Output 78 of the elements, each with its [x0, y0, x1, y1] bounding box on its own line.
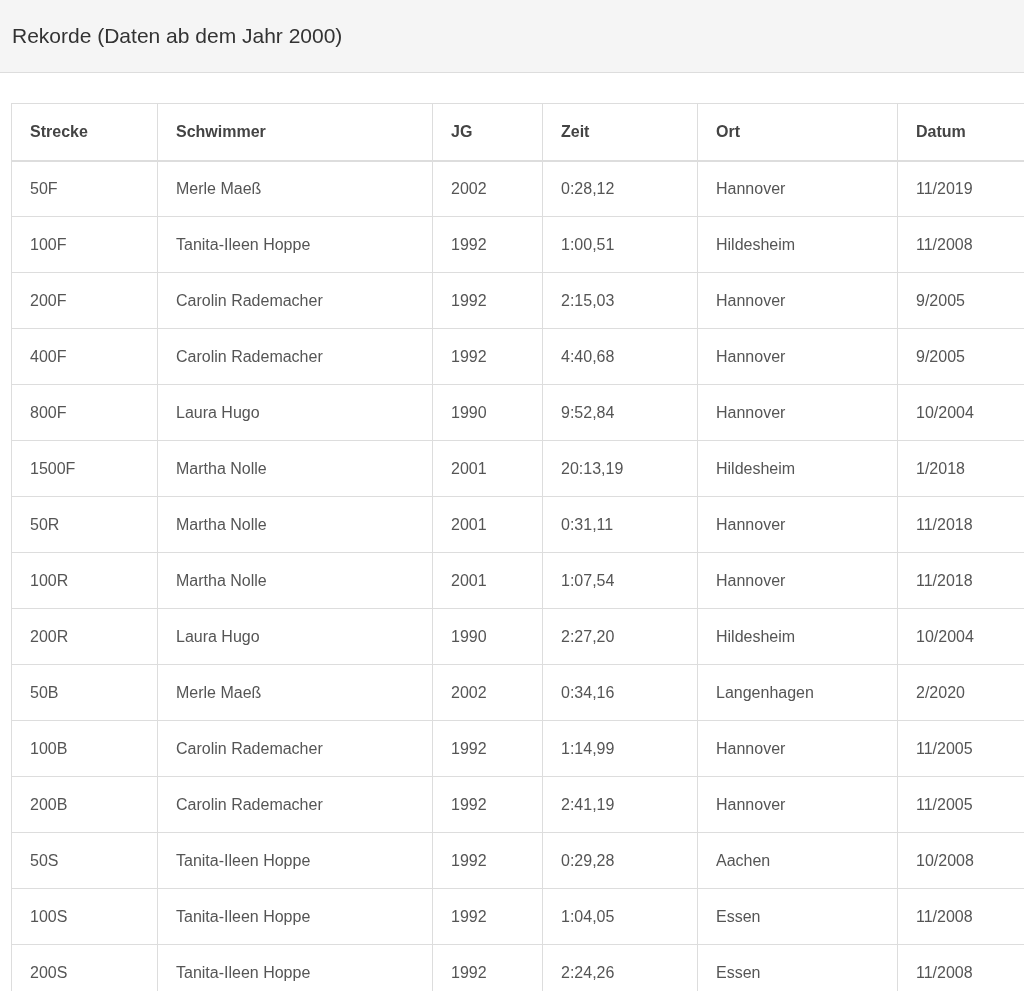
table-cell: Aachen	[697, 832, 898, 889]
table-cell: 2:27,20	[542, 608, 698, 665]
table-cell: 0:29,28	[542, 832, 698, 889]
table-cell: 50F	[11, 160, 158, 217]
table-cell: 200F	[11, 272, 158, 329]
table-cell: Carolin Rademacher	[157, 776, 433, 833]
column-header: Schwimmer	[157, 103, 433, 161]
table-cell: 2001	[432, 496, 543, 553]
table-cell: Hildesheim	[697, 608, 898, 665]
table-cell: 1500F	[11, 440, 158, 497]
table-cell: Carolin Rademacher	[157, 720, 433, 777]
table-cell: 1992	[432, 888, 543, 945]
table-cell: Carolin Rademacher	[157, 328, 433, 385]
table-cell: 100F	[11, 216, 158, 273]
table-cell: 100B	[11, 720, 158, 777]
table-cell: Tanita-Ileen Hoppe	[157, 832, 433, 889]
table-cell: Laura Hugo	[157, 384, 433, 441]
table-cell: 2001	[432, 552, 543, 609]
table-cell: Essen	[697, 888, 898, 945]
table-cell: 9:52,84	[542, 384, 698, 441]
table-cell: 1:14,99	[542, 720, 698, 777]
table-cell: Martha Nolle	[157, 552, 433, 609]
table-cell: 1992	[432, 328, 543, 385]
column-header: Zeit	[542, 103, 698, 161]
table-cell: 200B	[11, 776, 158, 833]
table-cell: 1992	[432, 216, 543, 273]
table-cell: 1:04,05	[542, 888, 698, 945]
table-cell: 50S	[11, 832, 158, 889]
table-cell: 1:00,51	[542, 216, 698, 273]
table-cell: Langenhagen	[697, 664, 898, 721]
table-cell: 1992	[432, 776, 543, 833]
table-cell: 200S	[11, 944, 158, 991]
table-cell: 800F	[11, 384, 158, 441]
column-header: Ort	[697, 103, 898, 161]
table-cell: 20:13,19	[542, 440, 698, 497]
table-cell: 1990	[432, 384, 543, 441]
column-header: Datum	[897, 103, 1024, 161]
table-cell: 50B	[11, 664, 158, 721]
page-title: Rekorde (Daten ab dem Jahr 2000)	[12, 23, 343, 50]
table-cell: 1:07,54	[542, 552, 698, 609]
table-cell: 1992	[432, 720, 543, 777]
table-cell: 1992	[432, 272, 543, 329]
table-cell: 1992	[432, 832, 543, 889]
table-cell: 50R	[11, 496, 158, 553]
table-cell: Hildesheim	[697, 216, 898, 273]
table-cell: Martha Nolle	[157, 496, 433, 553]
table-cell: Hannover	[697, 720, 898, 777]
table-cell: Hannover	[697, 160, 898, 217]
table-cell: 100R	[11, 552, 158, 609]
table-cell: Hannover	[697, 328, 898, 385]
table-cell: Hannover	[697, 552, 898, 609]
table-cell: Hannover	[697, 272, 898, 329]
table-cell: 2001	[432, 440, 543, 497]
table-cell: 2:41,19	[542, 776, 698, 833]
table-cell: Hildesheim	[697, 440, 898, 497]
table-cell: 4:40,68	[542, 328, 698, 385]
table-cell: Hannover	[697, 776, 898, 833]
table-cell: Martha Nolle	[157, 440, 433, 497]
table-cell: 2002	[432, 160, 543, 217]
table-cell: 2:15,03	[542, 272, 698, 329]
table-cell: 2002	[432, 664, 543, 721]
table-cell: Hannover	[697, 496, 898, 553]
table-cell: 0:28,12	[542, 160, 698, 217]
table-cell: Tanita-Ileen Hoppe	[157, 216, 433, 273]
column-header: JG	[432, 103, 543, 161]
table-cell: 0:31,11	[542, 496, 698, 553]
table-cell: Merle Maeß	[157, 664, 433, 721]
column-header: Strecke	[11, 103, 158, 161]
table-cell: 200R	[11, 608, 158, 665]
table-cell: Carolin Rademacher	[157, 272, 433, 329]
table-cell: Hannover	[697, 384, 898, 441]
table-cell: 100S	[11, 888, 158, 945]
table-cell: Merle Maeß	[157, 160, 433, 217]
table-cell: Laura Hugo	[157, 608, 433, 665]
table-cell: 0:34,16	[542, 664, 698, 721]
table-cell: Tanita-Ileen Hoppe	[157, 888, 433, 945]
table-cell: 400F	[11, 328, 158, 385]
table-cell: 1990	[432, 608, 543, 665]
